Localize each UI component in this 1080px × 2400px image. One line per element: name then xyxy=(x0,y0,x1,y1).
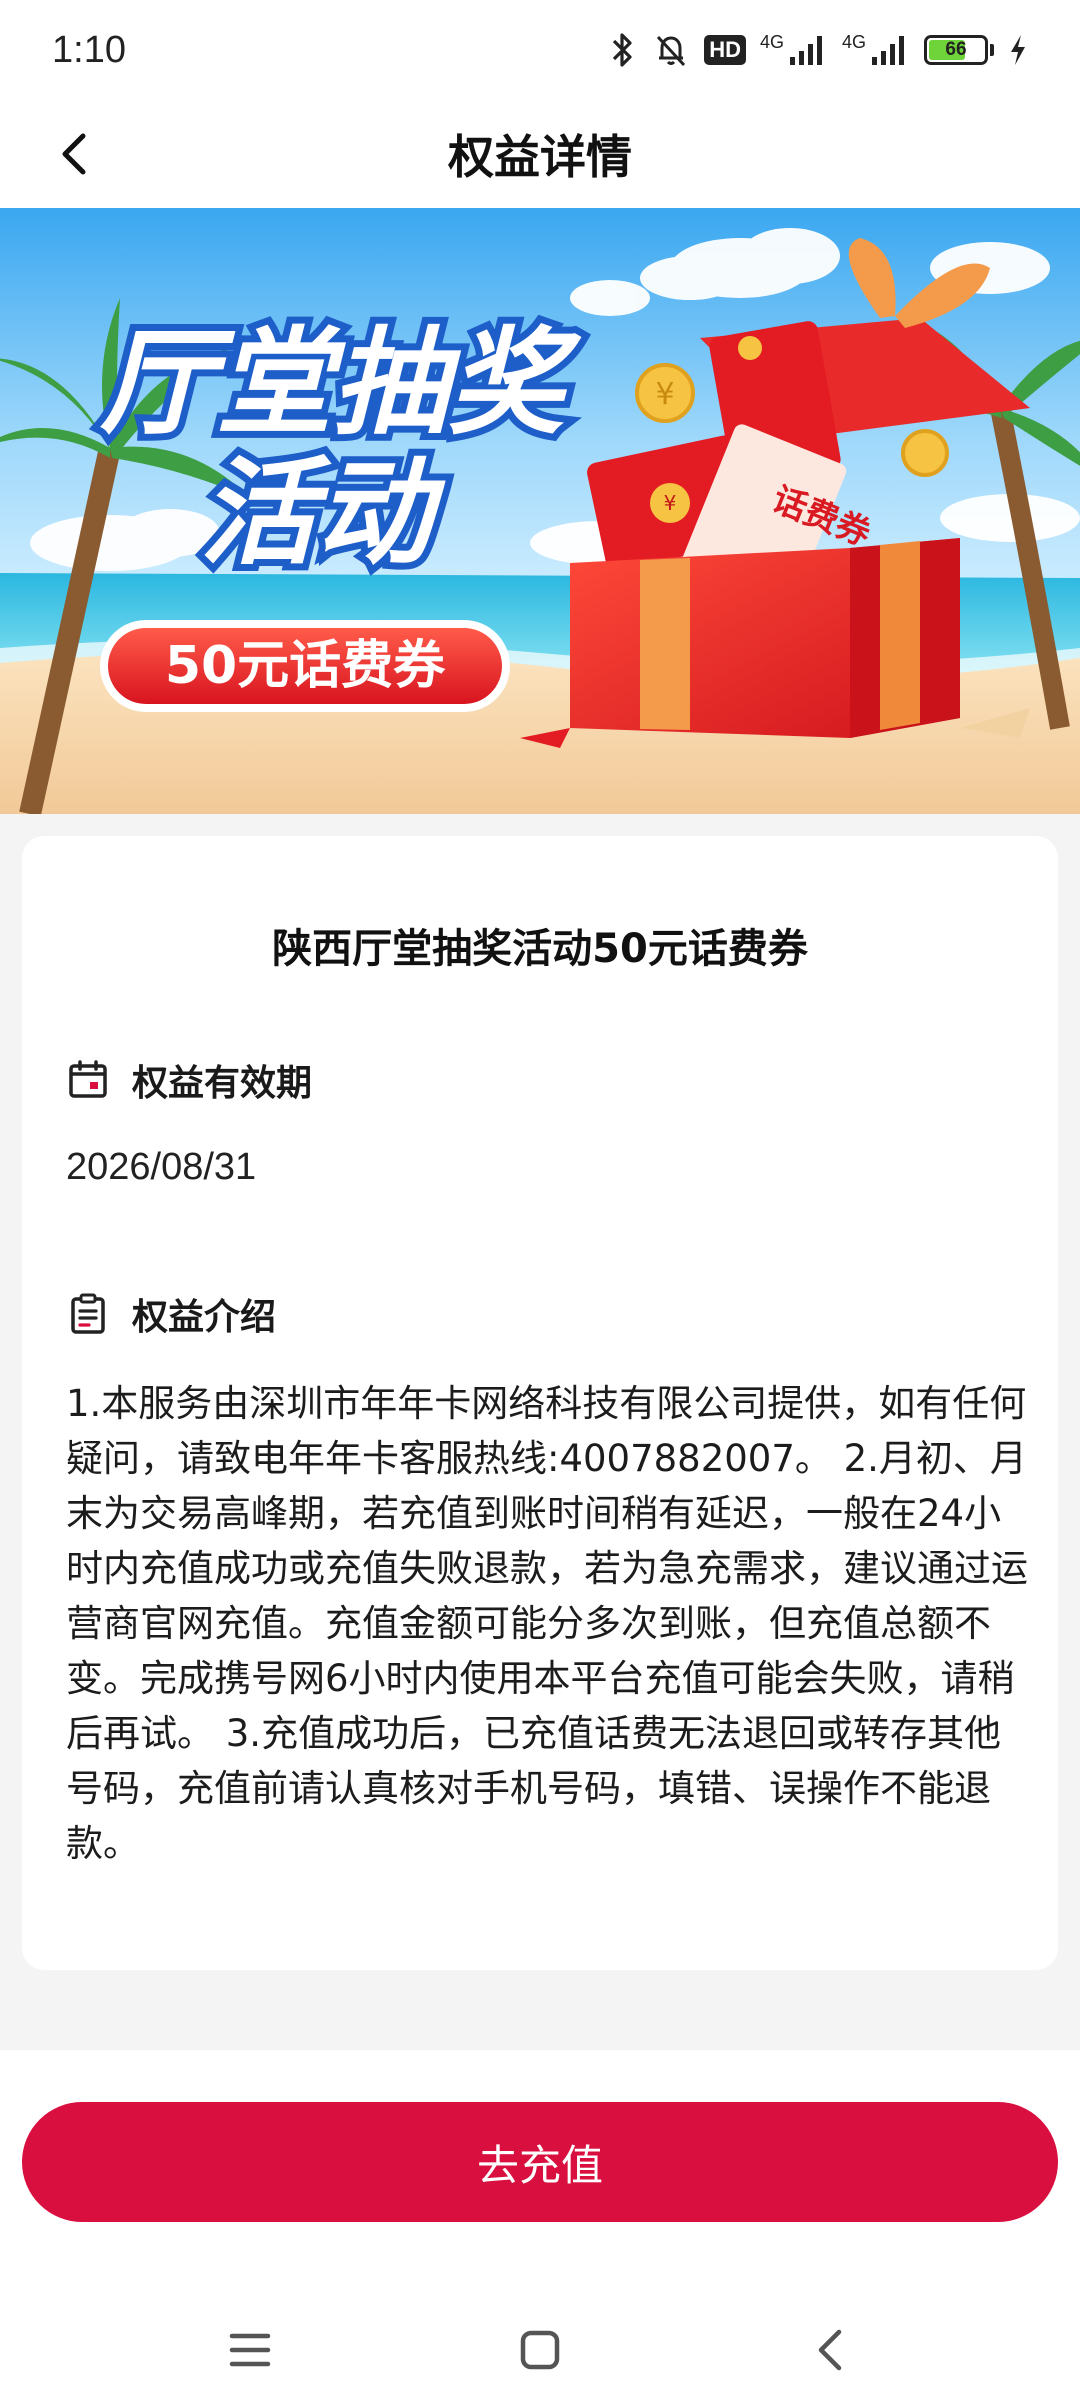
recharge-button[interactable]: 去充值 xyxy=(22,2102,1058,2222)
signal-icon xyxy=(789,36,822,65)
status-time: 1:10 xyxy=(52,28,126,71)
bell-muted-icon xyxy=(657,35,686,67)
intro-label: 权益介绍 xyxy=(132,1297,277,1338)
signal-icon-2 xyxy=(872,36,904,65)
benefit-title: 陕西厅堂抽奖活动50元话费券 xyxy=(272,926,808,972)
banner-illustration: 厅堂抽奖 厅堂抽奖 活动 活动 50元话费券 ¥ 话费券 ¥ xyxy=(0,208,1080,814)
banner-pill-text: 50元话费券 xyxy=(165,636,446,696)
status-bar: 1:10 HD 4G 4G 66 xyxy=(0,0,1080,100)
bluetooth-icon xyxy=(613,33,632,67)
nav-home-button[interactable] xyxy=(510,2320,570,2380)
battery-indicator: 66 xyxy=(924,35,994,65)
nav-back-button[interactable] xyxy=(800,2320,860,2380)
charging-bolt-icon xyxy=(1011,35,1025,65)
square-icon xyxy=(520,2330,560,2370)
chevron-left-icon xyxy=(62,133,86,175)
banner-headline-line2: 活动 xyxy=(200,446,446,581)
page-title: 权益详情 xyxy=(448,130,632,184)
hd-badge: HD xyxy=(704,35,746,65)
network-label-2: 4G xyxy=(841,31,866,52)
coin-symbol-2: ¥ xyxy=(655,377,674,412)
intro-description: 1.本服务由深圳市年年卡网络科技有限公司提供，如有任何疑问，请致电年年卡客服热线… xyxy=(66,1382,1028,1865)
banner-headline-line1: 厅堂抽奖 xyxy=(100,316,582,451)
system-nav-bar xyxy=(0,2300,1080,2400)
promo-banner: 厅堂抽奖 厅堂抽奖 活动 活动 50元话费券 ¥ 话费券 ¥ xyxy=(0,208,1080,814)
validity-date: 2026/08/31 xyxy=(66,1146,257,1188)
chevron-left-icon xyxy=(818,2329,842,2371)
bottom-action-area: 去充值 xyxy=(0,2050,1080,2400)
battery-level: 66 xyxy=(945,39,967,60)
calendar-icon xyxy=(69,1060,107,1098)
back-button[interactable] xyxy=(42,122,106,186)
nav-menu-button[interactable] xyxy=(220,2320,280,2380)
validity-label: 权益有效期 xyxy=(132,1063,313,1104)
coin-symbol-1: ¥ xyxy=(664,491,677,515)
clipboard-icon xyxy=(71,1293,105,1334)
validity-section-header: 权益有效期 xyxy=(66,1054,312,1106)
page-header: 权益详情 xyxy=(0,100,1080,208)
menu-icon xyxy=(229,2333,271,2367)
benefit-detail-card: 陕西厅堂抽奖活动50元话费券 权益有效期 2026/08/31 权益介绍 1.本… xyxy=(22,836,1058,1970)
intro-section-header: 权益介绍 xyxy=(66,1288,276,1340)
network-label-1: 4G xyxy=(759,31,784,52)
status-icons: HD 4G 4G 66 xyxy=(608,31,1028,69)
battery-icon: 66 xyxy=(924,35,988,65)
